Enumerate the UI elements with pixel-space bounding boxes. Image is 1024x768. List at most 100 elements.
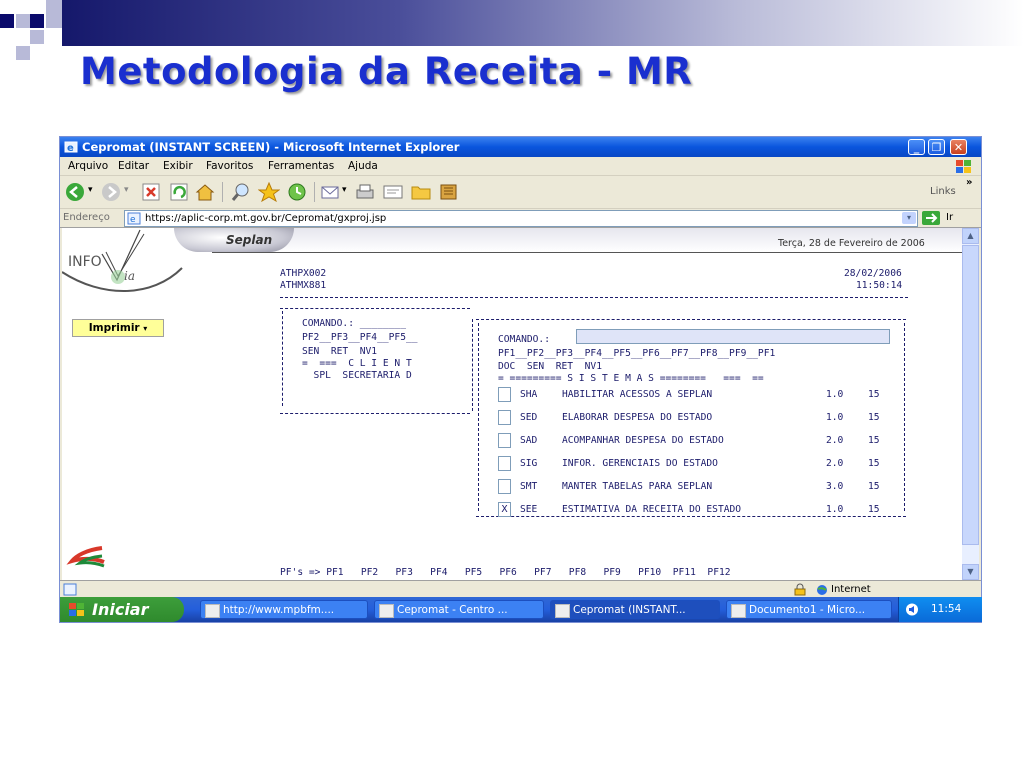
ie-task-icon (205, 604, 220, 618)
taskbar-item[interactable]: Cepromat (INSTANT... (550, 600, 720, 619)
svg-text:ia: ia (124, 269, 135, 283)
system-checkbox[interactable] (498, 410, 511, 425)
system-num: 15 (868, 458, 880, 469)
stop-icon[interactable] (140, 182, 162, 202)
system-desc: ELABORAR DESPESA DO ESTADO (562, 412, 713, 423)
system-row: SIG INFOR. GERENCIAIS DO ESTADO 2.0 15 (498, 454, 898, 474)
back-dropdown-icon[interactable]: ▾ (88, 185, 93, 195)
toolbar: ▾ ▾ ▾ Links » (60, 176, 981, 209)
close-button[interactable]: ✕ (950, 139, 967, 155)
screen-divider (280, 297, 908, 298)
system-version: 1.0 (826, 389, 844, 400)
menu-ajuda[interactable]: Ajuda (348, 157, 378, 175)
system-checkbox[interactable] (498, 479, 511, 494)
toolbar-separator (314, 182, 315, 202)
system-code: SHA (520, 389, 538, 400)
menu-exibir[interactable]: Exibir (163, 157, 193, 175)
left-command-label: COMANDO.: ________ (302, 318, 406, 329)
system-checkbox[interactable] (498, 387, 511, 402)
folder-icon[interactable] (410, 182, 432, 202)
ie-task-icon (379, 604, 394, 618)
history-icon[interactable] (286, 182, 308, 202)
scroll-down-button[interactable]: ▼ (962, 564, 979, 580)
footer-pf-keys: PF's => PF1 PF2 PF3 PF4 PF5 PF6 PF7 PF8 … (280, 567, 731, 578)
system-version: 1.0 (826, 412, 844, 423)
clock: 11:54 (931, 603, 962, 615)
taskbar-item[interactable]: Cepromat - Centro ... (374, 600, 544, 619)
system-row: X SEE ESTIMATIVA DA RECEITA DO ESTADO 1.… (498, 500, 898, 520)
scroll-up-button[interactable]: ▲ (962, 228, 979, 244)
print-icon[interactable] (354, 182, 376, 202)
screen-id-1: ATHPX002 (280, 268, 327, 279)
menu-editar[interactable]: Editar (118, 157, 149, 175)
taskbar: Iniciar http://www.mpbfm.... Cepromat - … (60, 597, 982, 622)
address-bar: Endereço e https://aplic-corp.mt.gov.br/… (60, 209, 981, 228)
menu-favoritos[interactable]: Favoritos (206, 157, 253, 175)
back-icon[interactable] (64, 182, 86, 202)
system-desc: ESTIMATIVA DA RECEITA DO ESTADO (562, 504, 742, 515)
system-num: 15 (868, 389, 880, 400)
page-icon: e (127, 212, 141, 225)
minimize-button[interactable]: _ (908, 139, 925, 155)
favorites-icon[interactable] (258, 182, 280, 202)
window-title: Cepromat (INSTANT SCREEN) - Microsoft In… (82, 140, 460, 154)
system-desc: MANTER TABELAS PARA SEPLAN (562, 481, 713, 492)
screen-time: 11:50:14 (856, 280, 903, 291)
research-icon[interactable] (438, 182, 460, 202)
search-icon[interactable] (230, 182, 252, 202)
system-code: SAD (520, 435, 538, 446)
menu-ferramentas[interactable]: Ferramentas (268, 157, 334, 175)
taskbar-item[interactable]: Documento1 - Micro... (726, 600, 892, 619)
right-panel-vline-right (904, 323, 905, 511)
right-pf-line: PF1__PF2__PF3__PF4__PF5__PF6__PF7__PF8__… (498, 348, 776, 359)
right-panel-vline (478, 323, 479, 511)
toolbar-chevron-icon[interactable]: » (966, 177, 972, 188)
mail-dropdown-icon[interactable]: ▾ (342, 185, 347, 195)
toolbar-separator (222, 182, 223, 202)
home-icon[interactable] (194, 182, 216, 202)
infovia-logo: INFO ia (62, 228, 192, 308)
windows-logo-icon (69, 603, 84, 616)
forward-dropdown-icon[interactable]: ▾ (124, 185, 129, 195)
mail-icon[interactable] (320, 182, 342, 202)
system-desc: HABILITAR ACESSOS A SEPLAN (562, 389, 713, 400)
system-num: 15 (868, 412, 880, 423)
refresh-icon[interactable] (168, 182, 190, 202)
svg-text:e: e (67, 143, 74, 154)
system-checkbox[interactable] (498, 433, 511, 448)
print-label: Imprimir (88, 322, 140, 334)
scroll-thumb[interactable] (962, 245, 979, 545)
address-dropdown-icon[interactable]: ▾ (902, 212, 916, 224)
taskbar-item-label: Cepromat (INSTANT... (573, 604, 686, 616)
edit-icon[interactable] (382, 182, 404, 202)
command-input[interactable] (576, 329, 890, 344)
page-content: INFO ia Seplan Terça, 28 de Fevereiro de… (62, 228, 962, 580)
system-code: SMT (520, 481, 538, 492)
start-button[interactable]: Iniciar (60, 597, 184, 622)
address-input[interactable]: e https://aplic-corp.mt.gov.br/Cepromat/… (124, 210, 918, 227)
system-desc: ACOMPANHAR DESPESA DO ESTADO (562, 435, 724, 446)
go-label: Ir (946, 212, 954, 223)
maximize-button[interactable]: ❐ (928, 139, 945, 155)
forward-icon[interactable] (100, 182, 122, 202)
system-num: 15 (868, 504, 880, 515)
print-button[interactable]: Imprimir ▾ (72, 319, 164, 337)
browser-window: e Cepromat (INSTANT SCREEN) - Microsoft … (60, 137, 982, 622)
window-titlebar[interactable]: e Cepromat (INSTANT SCREEN) - Microsoft … (60, 137, 981, 157)
address-label: Endereço (63, 212, 110, 223)
taskbar-item[interactable]: http://www.mpbfm.... (200, 600, 368, 619)
vertical-scrollbar[interactable]: ▲ ▼ (962, 228, 979, 580)
menu-arquivo[interactable]: Arquivo (68, 157, 108, 175)
screen-id-2: ATHMX881 (280, 280, 327, 291)
links-label[interactable]: Links (930, 186, 956, 197)
system-checkbox[interactable]: X (498, 502, 511, 517)
system-checkbox[interactable] (498, 456, 511, 471)
left-panel-vline (282, 311, 283, 406)
system-code: SEE (520, 504, 538, 515)
volume-icon[interactable] (905, 603, 919, 616)
status-bar: Internet (60, 580, 981, 598)
system-code: SED (520, 412, 538, 423)
windows-flag-icon (956, 160, 971, 173)
system-version: 1.0 (826, 504, 844, 515)
go-button[interactable]: Ir (922, 211, 978, 225)
